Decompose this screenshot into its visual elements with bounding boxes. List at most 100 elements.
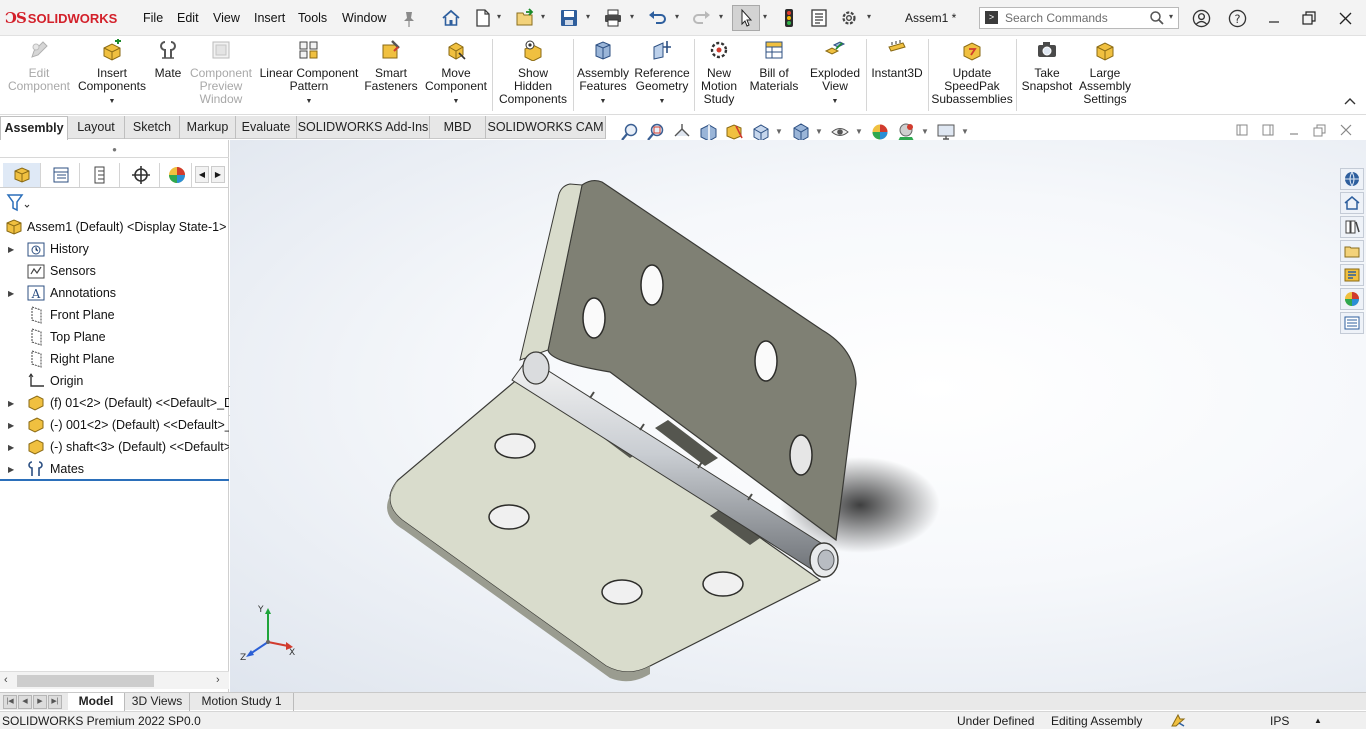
options-gear-icon[interactable] (838, 7, 860, 29)
tree-filter-button[interactable] (6, 193, 32, 216)
rebuild-traffic-light-icon[interactable] (778, 7, 800, 29)
minimize-icon[interactable] (1263, 8, 1285, 28)
open-document-icon[interactable] (514, 7, 536, 29)
file-properties-icon[interactable] (808, 7, 830, 29)
document-restore-icon[interactable] (1313, 124, 1326, 140)
tree-item-mates[interactable]: ▶ Mates (0, 458, 229, 480)
displaymanager-tab[interactable] (162, 163, 192, 187)
select-dropdown-icon[interactable]: ▾ (763, 12, 771, 22)
reference-geometry-button[interactable]: Reference Geometry ▼ (633, 39, 691, 108)
graphics-area[interactable]: Y X Z (230, 140, 1366, 692)
close-icon[interactable] (1334, 8, 1356, 28)
tab-3d-views[interactable]: 3D Views (125, 693, 190, 711)
tab-prev-icon[interactable]: ◀ (18, 695, 32, 709)
help-icon[interactable]: ? (1226, 8, 1248, 28)
redo-dropdown-icon[interactable]: ▾ (719, 12, 727, 22)
tab-motion-study-1[interactable]: Motion Study 1 (190, 693, 294, 711)
menu-file[interactable]: File (143, 11, 163, 25)
solidworks-logo[interactable]: ƆS SOLIDWORKS (5, 8, 117, 28)
configurationmanager-tab[interactable] (82, 163, 120, 187)
take-snapshot-button[interactable]: Take Snapshot (1018, 39, 1076, 93)
unit-system[interactable]: IPS (1270, 714, 1289, 728)
menu-insert[interactable]: Insert (254, 11, 285, 25)
expand-arrow-icon[interactable]: ▶ (8, 245, 16, 254)
previous-view-icon[interactable] (672, 122, 692, 142)
tab-mbd[interactable]: MBD (430, 116, 486, 139)
tab-first-icon[interactable]: |◀ (3, 695, 17, 709)
update-speedpak-button[interactable]: Update SpeedPak Subassemblies (930, 39, 1014, 106)
tree-item-history[interactable]: ▶ History (0, 238, 229, 260)
insert-components-dropdown-icon[interactable]: ▼ (109, 95, 116, 108)
scroll-right-icon[interactable]: › (216, 674, 220, 686)
options-dropdown-icon[interactable]: ▾ (867, 12, 875, 22)
apply-scene-dropdown-icon[interactable]: ▼ (921, 127, 929, 136)
menu-tools[interactable]: Tools (298, 11, 327, 25)
document-minimize-icon[interactable] (1288, 124, 1300, 139)
expand-arrow-icon[interactable]: ▶ (8, 421, 16, 430)
tree-root-assembly[interactable]: Assem1 (Default) <Display State-1> (0, 216, 229, 238)
tabs-scroll-right-icon[interactable]: ▶ (211, 166, 225, 183)
tab-next-icon[interactable]: ▶ (33, 695, 47, 709)
tab-solidworks-cam[interactable]: SOLIDWORKS CAM (486, 116, 606, 139)
dynamic-annotation-icon[interactable] (724, 122, 744, 142)
solidworks-resources-tab[interactable] (1340, 168, 1364, 190)
view-orientation-dropdown-icon[interactable]: ▼ (775, 127, 783, 136)
tree-item-part-001[interactable]: ▶ (-) 001<2> (Default) <<Default>_I (0, 414, 229, 436)
document-close-icon[interactable] (1340, 124, 1352, 139)
tab-sketch[interactable]: Sketch (125, 116, 180, 139)
exploded-view-button[interactable]: Exploded View ▼ (806, 39, 864, 108)
scroll-left-icon[interactable]: ‹ (4, 674, 8, 686)
tree-item-top-plane[interactable]: Top Plane (0, 326, 229, 348)
expand-arrow-icon[interactable]: ▶ (8, 465, 16, 474)
print-icon[interactable] (602, 7, 624, 29)
zoom-to-fit-icon[interactable] (620, 122, 640, 142)
section-view-icon[interactable] (698, 122, 718, 142)
linear-component-pattern-button[interactable]: Linear Component Pattern ▼ (258, 39, 360, 108)
pin-menu-icon[interactable] (398, 8, 420, 30)
expand-arrow-icon[interactable]: ▶ (8, 399, 16, 408)
tab-evaluate[interactable]: Evaluate (236, 116, 297, 139)
new-dropdown-icon[interactable]: ▾ (497, 12, 505, 22)
appearances-tab[interactable] (1340, 288, 1364, 310)
tab-last-icon[interactable]: ▶| (48, 695, 62, 709)
save-icon[interactable] (558, 7, 580, 29)
tree-item-origin[interactable]: Origin (0, 370, 229, 392)
undo-icon[interactable] (646, 7, 668, 29)
bill-of-materials-button[interactable]: Bill of Materials (746, 39, 802, 93)
viewport-tile-right-icon[interactable] (1262, 124, 1274, 139)
tree-item-annotations[interactable]: ▶ A Annotations (0, 282, 229, 304)
apply-scene-icon[interactable] (896, 122, 916, 142)
tab-model[interactable]: Model (68, 693, 125, 711)
redo-icon[interactable] (691, 7, 713, 29)
open-dropdown-icon[interactable]: ▾ (541, 12, 549, 22)
file-explorer-tab[interactable] (1340, 240, 1364, 262)
user-account-icon[interactable] (1190, 8, 1212, 28)
undo-dropdown-icon[interactable]: ▾ (675, 12, 683, 22)
mate-button[interactable]: Mate (150, 39, 186, 80)
panel-splitter-grip[interactable]: ● (0, 142, 229, 158)
show-hidden-components-button[interactable]: Show Hidden Components (496, 39, 570, 106)
exploded-view-dropdown-icon[interactable]: ▼ (832, 95, 839, 108)
linear-pattern-dropdown-icon[interactable]: ▼ (306, 95, 313, 108)
dimxpert-tab[interactable] (122, 163, 160, 187)
new-motion-study-button[interactable]: New Motion Study (696, 39, 742, 106)
instant3d-button[interactable]: Instant3D (868, 39, 926, 80)
unit-system-dropdown-icon[interactable]: ▲ (1314, 716, 1322, 725)
view-palette-tab[interactable] (1340, 264, 1364, 286)
view-orientation-icon[interactable] (750, 122, 770, 142)
print-dropdown-icon[interactable]: ▾ (630, 12, 638, 22)
search-dropdown-icon[interactable]: ▾ (1169, 12, 1177, 22)
tab-markup[interactable]: Markup (180, 116, 236, 139)
edit-component-button[interactable]: Edit Component (6, 39, 72, 93)
save-dropdown-icon[interactable]: ▾ (586, 12, 594, 22)
home-tab[interactable] (1340, 192, 1364, 214)
search-commands-field[interactable]: > Search Commands (979, 7, 1179, 29)
view-settings-dropdown-icon[interactable]: ▼ (961, 127, 969, 136)
expand-arrow-icon[interactable]: ▶ (8, 443, 16, 452)
restore-icon[interactable] (1298, 8, 1320, 28)
home-icon[interactable] (440, 7, 462, 29)
component-preview-window-button[interactable]: Component Preview Window (188, 39, 254, 106)
rebuild-status-icon[interactable] (1170, 713, 1186, 729)
hide-show-dropdown-icon[interactable]: ▼ (855, 127, 863, 136)
expand-arrow-icon[interactable]: ▶ (8, 289, 16, 298)
